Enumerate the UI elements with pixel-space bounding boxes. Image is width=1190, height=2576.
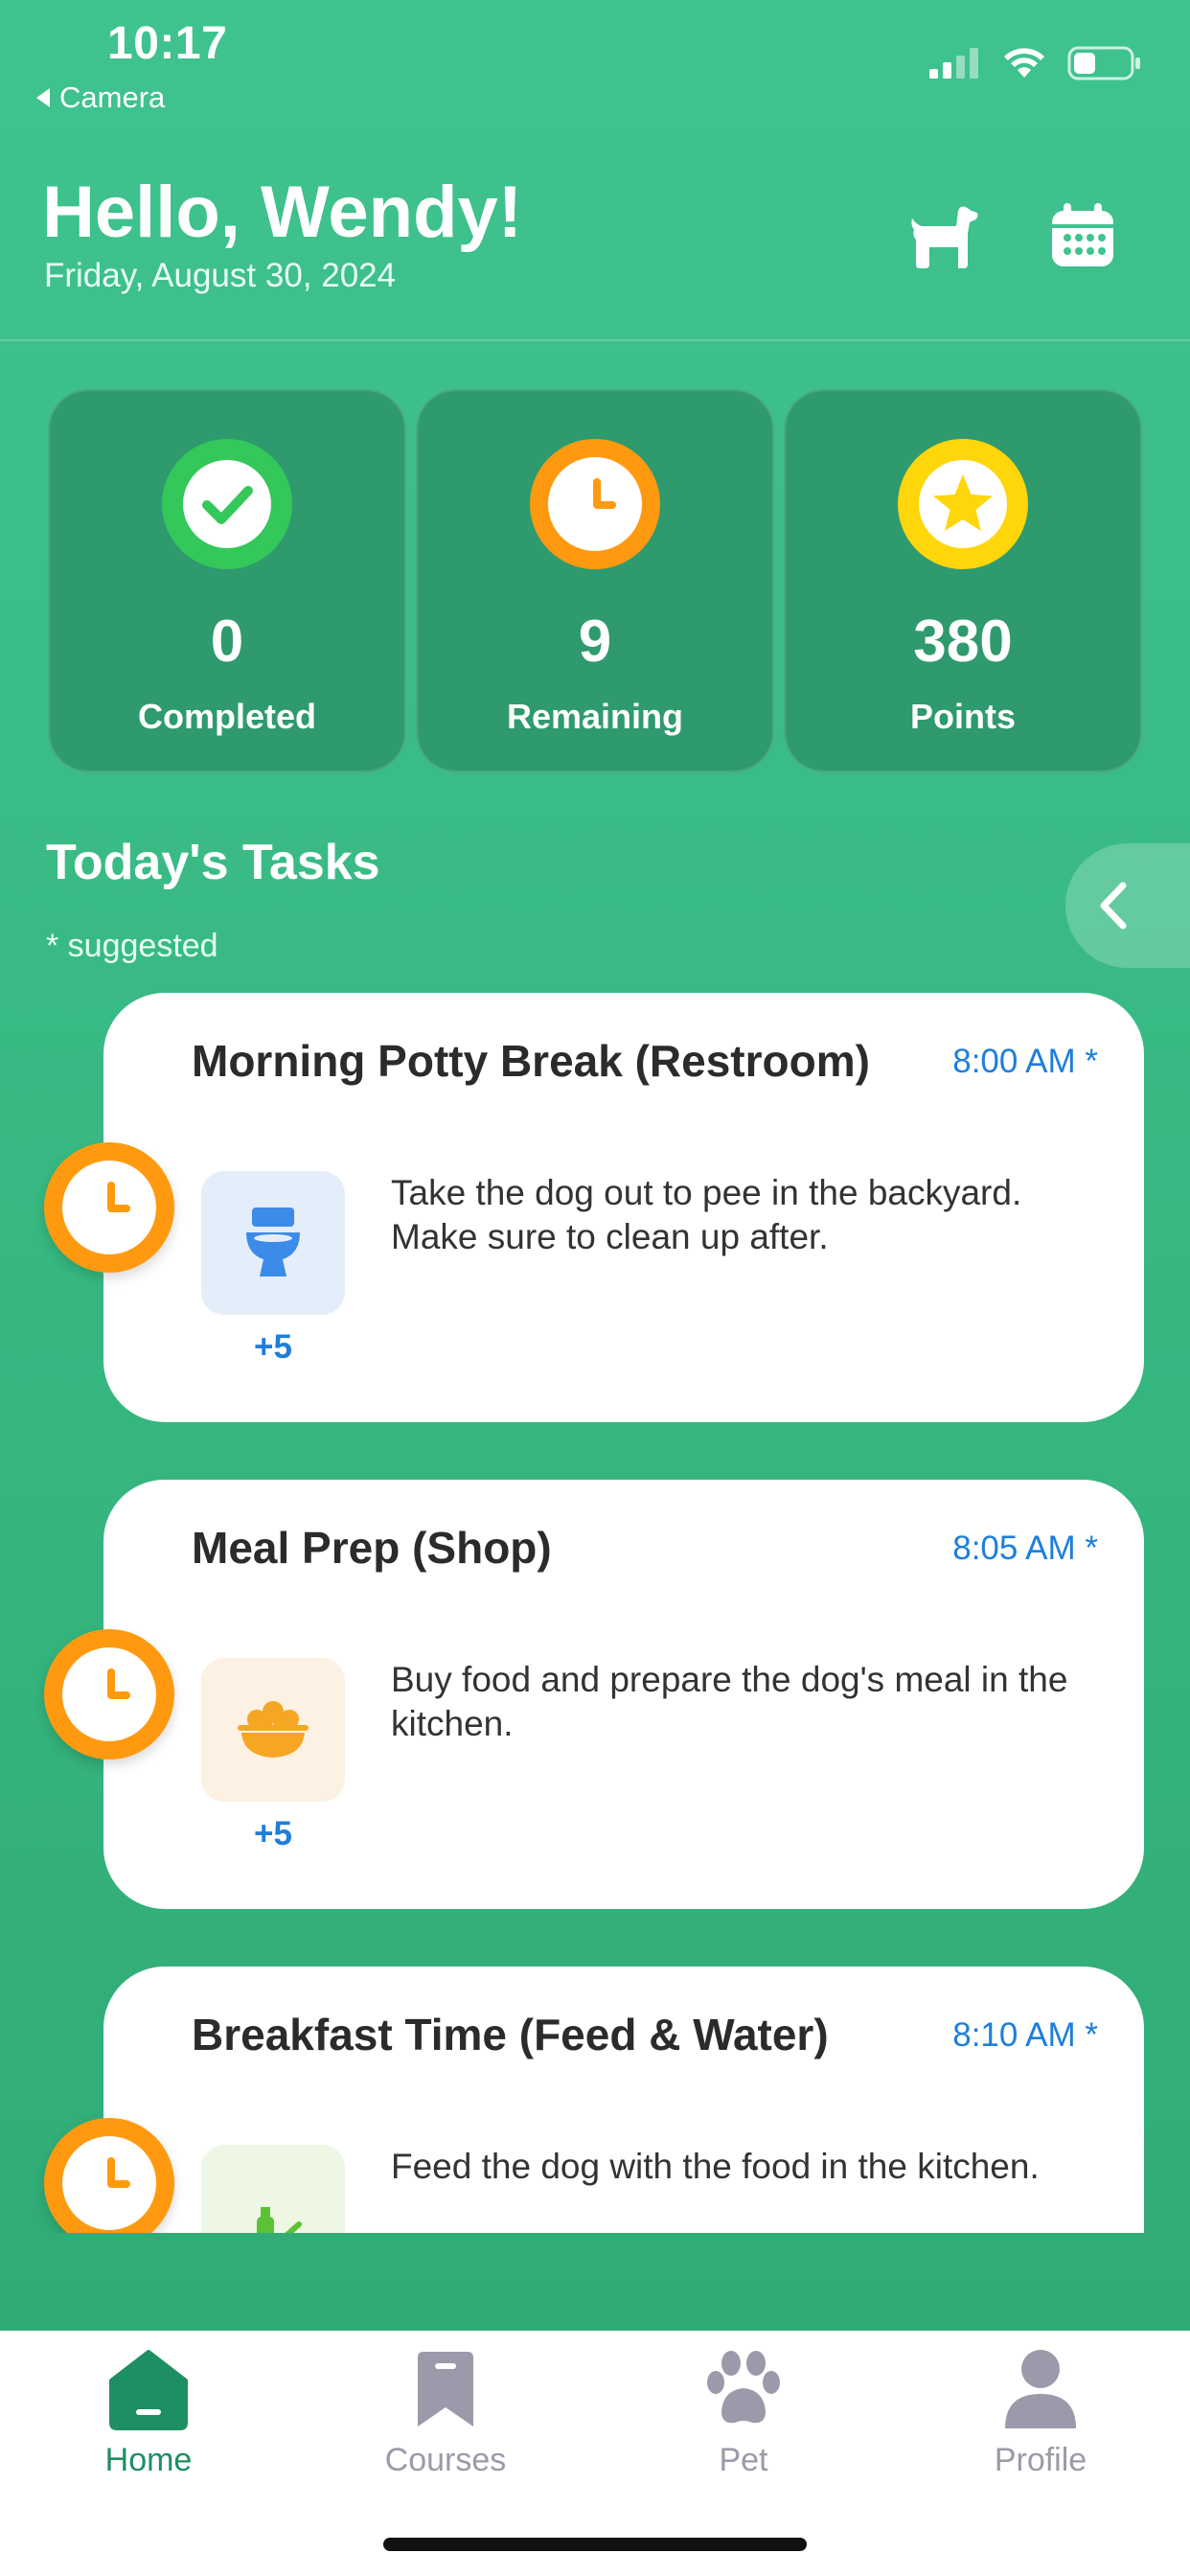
points-count: 380 [913,609,1013,675]
checkmark-icon [183,460,271,548]
wifi-icon [1004,48,1044,78]
stat-completed: 0 Completed [48,389,406,772]
task-points: +5 [254,1815,292,1852]
tab-courses-label: Courses [384,2442,507,2478]
cellular-signal-icon [929,48,978,79]
task-points: +5 [254,1328,292,1366]
calendar-icon [1052,203,1113,266]
status-icons [929,46,1142,80]
task-time: 8:05 AM * [952,1530,1098,1567]
points-label: Points [909,697,1016,736]
star-badge [898,439,1028,569]
calendar-button[interactable] [1044,197,1121,274]
task-list: Morning Potty Break (Restroom) 8:00 AM *… [0,987,1190,2233]
tab-pet[interactable]: Pet [638,2348,849,2479]
suggested-note: * suggested [46,928,218,964]
task-description: Feed the dog with the food in the kitche… [391,2147,1040,2186]
food-bowl-icon [238,1701,309,1758]
tab-home-label: Home [104,2442,193,2478]
task-icon-box [201,1171,345,1315]
dog-icon [911,206,978,268]
back-to-app-link[interactable]: Camera [36,80,165,115]
stat-points: 380 Points [784,389,1142,772]
completed-label: Completed [137,697,316,736]
task-time: 8:00 AM * [952,1043,1098,1080]
tab-profile-label: Profile [994,2442,1087,2478]
remaining-count: 9 [578,609,612,675]
clock-icon [62,1647,156,1741]
task-time: 8:10 AM * [952,2016,1098,2054]
star-icon [919,460,1007,548]
tab-pet-label: Pet [719,2442,768,2478]
task-status-clock[interactable] [44,1142,174,1273]
date-label: Friday, August 30, 2024 [44,257,397,294]
person-icon [1005,2350,1076,2428]
back-arrow-icon [36,88,50,107]
clock-icon [62,1161,156,1254]
tab-home[interactable]: Home [43,2348,254,2479]
greeting-title: Hello, Wendy! [42,172,523,253]
pet-button[interactable] [904,197,981,274]
battery-icon [1067,46,1140,80]
task-card[interactable]: Meal Prep (Shop) 8:05 AM * +5 Buy food a… [103,1480,1144,1909]
home-indicator [383,2538,807,2551]
paw-icon [707,2351,780,2424]
side-panel-toggle[interactable] [1065,843,1190,968]
chevron-left-icon [1100,882,1127,930]
header-divider [0,339,1190,341]
task-icon-box [201,2145,345,2233]
back-app-label: Camera [59,80,166,114]
task-description: Buy food and prepare the dog's meal in t… [391,1660,1068,1743]
task-title: Meal Prep (Shop) [192,1523,552,1573]
stat-remaining: 9 Remaining [416,389,774,772]
todays-tasks-title: Today's Tasks [46,835,380,890]
clock-badge [530,439,660,569]
home-icon [109,2350,188,2430]
status-time: 10:17 [107,18,228,69]
task-card[interactable]: Morning Potty Break (Restroom) 8:00 AM *… [103,993,1144,1422]
water-bottle-icon [257,2207,302,2233]
clock-icon [62,2136,156,2230]
task-icon-box [201,1658,345,1802]
tab-profile[interactable]: Profile [935,2348,1146,2479]
task-description: Take the dog out to pee in the backyard.… [391,1173,1022,1256]
remaining-label: Remaining [506,697,684,736]
toilet-icon [246,1208,300,1276]
task-title: Morning Potty Break (Restroom) [192,1036,870,1086]
task-status-clock[interactable] [44,1629,174,1760]
tab-courses[interactable]: Courses [340,2348,551,2479]
completed-count: 0 [210,609,244,675]
clock-icon [548,457,642,551]
bookmark-icon [418,2352,473,2426]
task-title: Breakfast Time (Feed & Water) [192,2010,829,2059]
task-card[interactable]: Breakfast Time (Feed & Water) 8:10 AM * … [103,1966,1144,2233]
checkmark-badge [162,439,292,569]
